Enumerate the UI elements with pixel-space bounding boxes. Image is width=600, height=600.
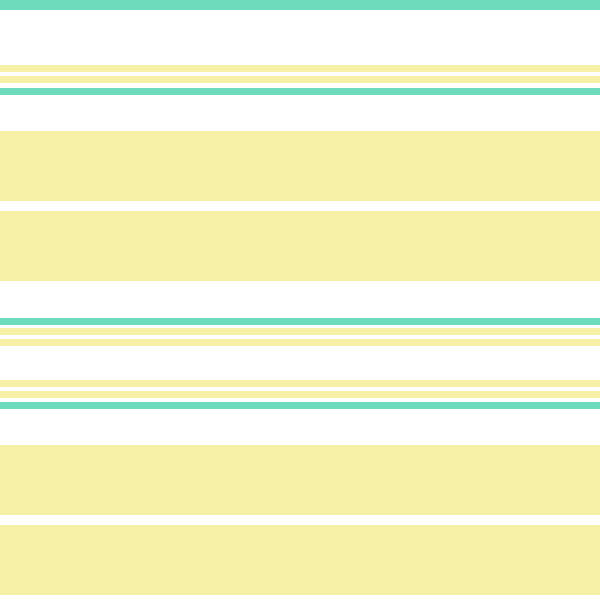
- stripe-8: [0, 339, 600, 346]
- stripe-2: [0, 76, 600, 83]
- stripe-11: [0, 402, 600, 409]
- stripe-5: [0, 211, 600, 281]
- stripe-10: [0, 391, 600, 398]
- stripe-6: [0, 318, 600, 325]
- stripe-0: [0, 0, 600, 10]
- stripe-9: [0, 380, 600, 387]
- stripe-12: [0, 445, 600, 515]
- stripe-3: [0, 88, 600, 95]
- stripe-4: [0, 131, 600, 201]
- stripe-1: [0, 65, 600, 72]
- stripe-7: [0, 328, 600, 335]
- stripe-13: [0, 525, 600, 595]
